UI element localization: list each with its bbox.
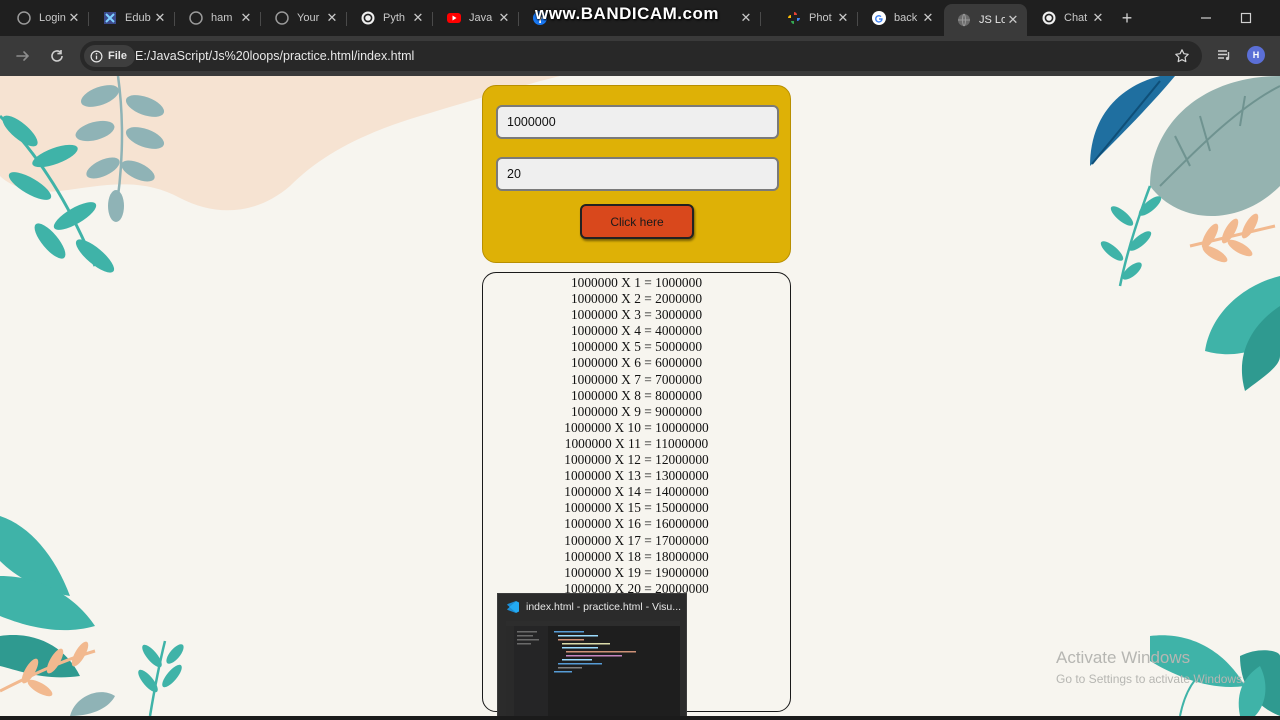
activate-subtitle: Go to Settings to activate Windows. [1056, 672, 1246, 686]
tab-label: Edub [125, 12, 151, 24]
result-line: 1000000 X 9 = 9000000 [570, 403, 703, 419]
url-text[interactable]: E:/JavaScript/Js%20loops/practice.html/i… [135, 49, 414, 63]
globe-icon [956, 12, 972, 28]
tab-label: back [894, 12, 918, 24]
editor-thumbnail [506, 621, 680, 719]
multiplication-table: 1000000 X 1 = 1000000 1000000 X 2 = 20000… [483, 275, 790, 597]
vscode-icon [507, 601, 519, 613]
tab-separator [857, 12, 858, 26]
close-tab-icon[interactable]: ✕ [496, 10, 512, 26]
input-form-card: Click here [482, 85, 791, 263]
tab-separator [432, 12, 433, 26]
tab-separator [174, 12, 175, 26]
result-line: 1000000 X 15 = 15000000 [564, 500, 709, 516]
browser-tab[interactable]: Java ✕ [434, 4, 518, 32]
info-icon [90, 50, 103, 62]
close-tab-icon[interactable]: ✕ [410, 10, 426, 26]
address-bar[interactable]: File E:/JavaScript/Js%20loops/practice.h… [80, 41, 1202, 71]
youtube-icon [446, 10, 462, 26]
result-line: 1000000 X 12 = 12000000 [564, 452, 709, 468]
browser-tab[interactable]: back ✕ [859, 4, 942, 32]
result-line: 1000000 X 4 = 4000000 [570, 323, 703, 339]
google-icon [871, 10, 887, 26]
close-tab-icon[interactable]: ✕ [238, 10, 254, 26]
result-line: 1000000 X 11 = 11000000 [564, 435, 709, 451]
site-info-chip[interactable]: File [84, 45, 135, 67]
browser-tab[interactable]: Login ✕ [4, 4, 88, 32]
close-tab-icon[interactable]: ✕ [152, 10, 168, 26]
close-tab-icon[interactable]: ✕ [1090, 10, 1106, 26]
result-line: 1000000 X 17 = 17000000 [564, 532, 709, 548]
result-line: 1000000 X 16 = 16000000 [564, 516, 709, 532]
tab-label: Phot [809, 12, 832, 24]
loading-icon [188, 10, 204, 26]
tab-label: Pyth [383, 12, 406, 24]
result-line: 1000000 X 10 = 10000000 [564, 419, 709, 435]
tab-separator [88, 12, 89, 26]
preview-title-text: index.html - practice.html - Visu... [526, 601, 682, 613]
result-line: 1000000 X 7 = 7000000 [570, 371, 703, 387]
result-line: 1000000 X 18 = 18000000 [564, 548, 709, 564]
bookmark-star-icon[interactable] [1174, 48, 1190, 64]
activate-title: Activate Windows [1056, 648, 1191, 667]
minimize-icon[interactable] [1198, 10, 1214, 26]
loading-icon [16, 10, 32, 26]
profile-avatar[interactable]: H [1247, 46, 1265, 64]
reload-icon[interactable] [48, 47, 66, 65]
number-input[interactable] [496, 105, 779, 139]
browser-tab[interactable]: Chat ✕ [1029, 4, 1112, 32]
browser-tab[interactable]: JS Lo ✕ [944, 4, 1027, 36]
tab-label: Your [297, 12, 320, 24]
browser-tab[interactable]: Your ✕ [262, 4, 346, 32]
close-tab-icon[interactable]: ✕ [1005, 12, 1021, 28]
tab-label: JS Lo [979, 14, 1005, 26]
taskbar-edge [0, 716, 1280, 720]
result-line: 1000000 X 8 = 8000000 [570, 387, 703, 403]
close-tab-icon[interactable]: ✕ [324, 10, 340, 26]
tab-label: ham [211, 12, 233, 24]
result-line: 1000000 X 3 = 3000000 [570, 307, 703, 323]
tab-strip: Login ✕ Edub ✕ ham ✕ Your ✕ Pyth ✕ Java ✕ ✕ Phot ✕ back… [0, 0, 1280, 36]
result-line: 1000000 X 6 = 6000000 [570, 355, 703, 371]
scheme-label: File [108, 50, 127, 62]
loading-icon [274, 10, 290, 26]
preview-title: index.html - practice.html - Visu... [506, 600, 681, 614]
forward-arrow-icon[interactable] [14, 47, 32, 65]
close-tab-icon[interactable]: ✕ [738, 10, 754, 26]
tab-label: Chat [1064, 12, 1088, 24]
openai-icon [360, 10, 376, 26]
result-line: 1000000 X 2 = 2000000 [570, 291, 703, 307]
media-controls-icon[interactable] [1216, 47, 1232, 63]
photos-icon [786, 10, 802, 26]
new-tab-button[interactable]: + [1118, 9, 1136, 27]
result-line: 1000000 X 14 = 14000000 [564, 484, 709, 500]
browser-tab[interactable]: Phot ✕ [774, 4, 857, 32]
tab-separator [760, 12, 761, 26]
maximize-icon[interactable] [1238, 10, 1254, 26]
browser-tab[interactable]: Edub ✕ [90, 4, 174, 32]
click-here-button[interactable]: Click here [580, 204, 694, 239]
close-tab-icon[interactable]: ✕ [835, 10, 851, 26]
browser-tab[interactable]: ham ✕ [176, 4, 260, 32]
edube-icon [102, 10, 118, 26]
tab-separator [260, 12, 261, 26]
tab-label: Login [39, 12, 66, 24]
vscode-taskbar-preview[interactable]: index.html - practice.html - Visu... [497, 593, 687, 720]
result-line: 1000000 X 1 = 1000000 [570, 275, 703, 290]
close-tab-icon[interactable]: ✕ [66, 10, 82, 26]
result-line: 1000000 X 5 = 5000000 [570, 339, 703, 355]
result-line: 1000000 X 13 = 13000000 [564, 468, 709, 484]
result-line: 1000000 X 19 = 19000000 [564, 564, 709, 580]
tab-separator [346, 12, 347, 26]
bandicam-watermark: www.BANDICAM.com [535, 4, 719, 23]
browser-toolbar: File E:/JavaScript/Js%20loops/practice.h… [0, 36, 1280, 76]
close-tab-icon[interactable]: ✕ [920, 10, 936, 26]
browser-tab[interactable]: Pyth ✕ [348, 4, 432, 32]
limit-input[interactable] [496, 157, 779, 191]
activate-windows-watermark: Activate Windows Go to Settings to activ… [1056, 648, 1245, 686]
tab-label: Java [469, 12, 493, 24]
tab-separator [518, 12, 519, 26]
openai-icon [1041, 10, 1057, 26]
